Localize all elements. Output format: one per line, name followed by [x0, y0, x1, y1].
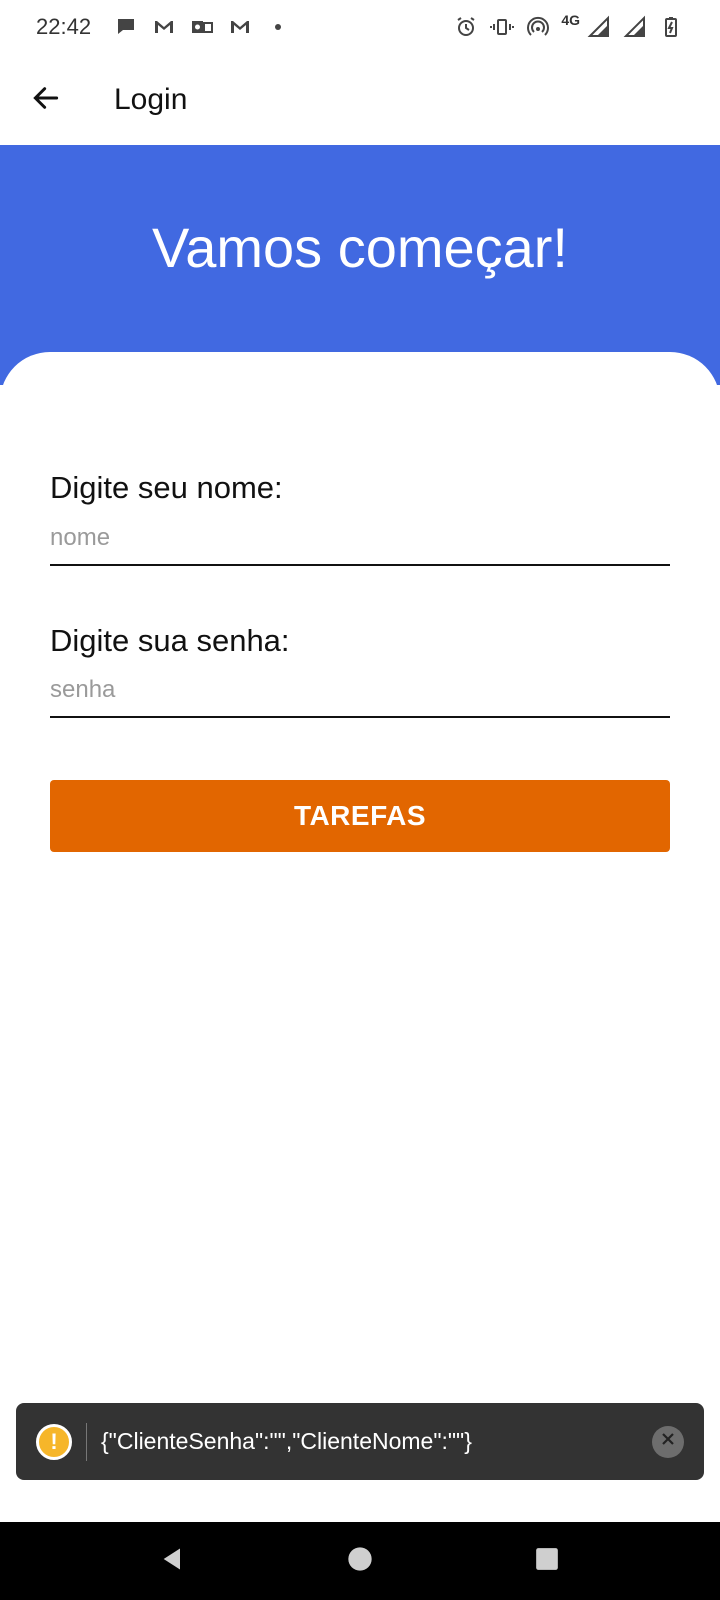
- gmail-icon: [227, 14, 253, 40]
- alarm-icon: [453, 14, 479, 40]
- vibrate-icon: [489, 14, 515, 40]
- nav-back-button[interactable]: [143, 1531, 203, 1591]
- toast-message: ! {"ClienteSenha":"","ClienteNome":""}: [16, 1403, 704, 1480]
- nav-home-button[interactable]: [330, 1531, 390, 1591]
- home-circle-icon: [346, 1545, 374, 1578]
- battery-charging-icon: [658, 14, 684, 40]
- back-button[interactable]: [22, 76, 70, 124]
- toast-divider: [86, 1422, 87, 1461]
- name-label: Digite seu nome:: [50, 470, 283, 505]
- page-title: Login: [114, 83, 188, 116]
- status-bar: 22:42 4G: [0, 0, 720, 54]
- status-right: 4G: [453, 12, 684, 40]
- password-label: Digite sua senha:: [50, 623, 290, 658]
- dot-icon: [265, 14, 291, 40]
- status-time: 22:42: [36, 14, 92, 39]
- gmail-icon: [151, 14, 177, 40]
- outlook-icon: [189, 14, 215, 40]
- signal-icon: [622, 14, 648, 40]
- status-left: 22:42: [36, 14, 291, 40]
- hotspot-icon: [525, 14, 551, 40]
- name-field[interactable]: [50, 512, 670, 566]
- tarefas-button[interactable]: TAREFAS: [50, 780, 670, 852]
- hero-title: Vamos começar!: [152, 216, 568, 279]
- chat-icon: [113, 14, 139, 40]
- toast-text: {"ClienteSenha":"","ClienteNome":""}: [101, 1428, 472, 1454]
- warning-icon: !: [36, 1423, 72, 1460]
- password-field[interactable]: [50, 664, 670, 718]
- hero-banner: Vamos começar!: [0, 145, 720, 385]
- toast-close-button[interactable]: [652, 1425, 684, 1458]
- nav-recents-button[interactable]: [517, 1531, 577, 1591]
- app-bar: Login: [0, 54, 720, 146]
- close-icon: [660, 1431, 676, 1452]
- system-nav-bar: [0, 1522, 720, 1600]
- login-screen: 22:42 4G Login Vamos começar! Digite seu…: [0, 0, 720, 1600]
- recents-square-icon: [534, 1546, 560, 1577]
- signal-icon: [586, 14, 612, 40]
- network-type: 4G: [561, 12, 580, 28]
- arrow-left-icon: [30, 82, 62, 119]
- back-triangle-icon: [159, 1545, 187, 1578]
